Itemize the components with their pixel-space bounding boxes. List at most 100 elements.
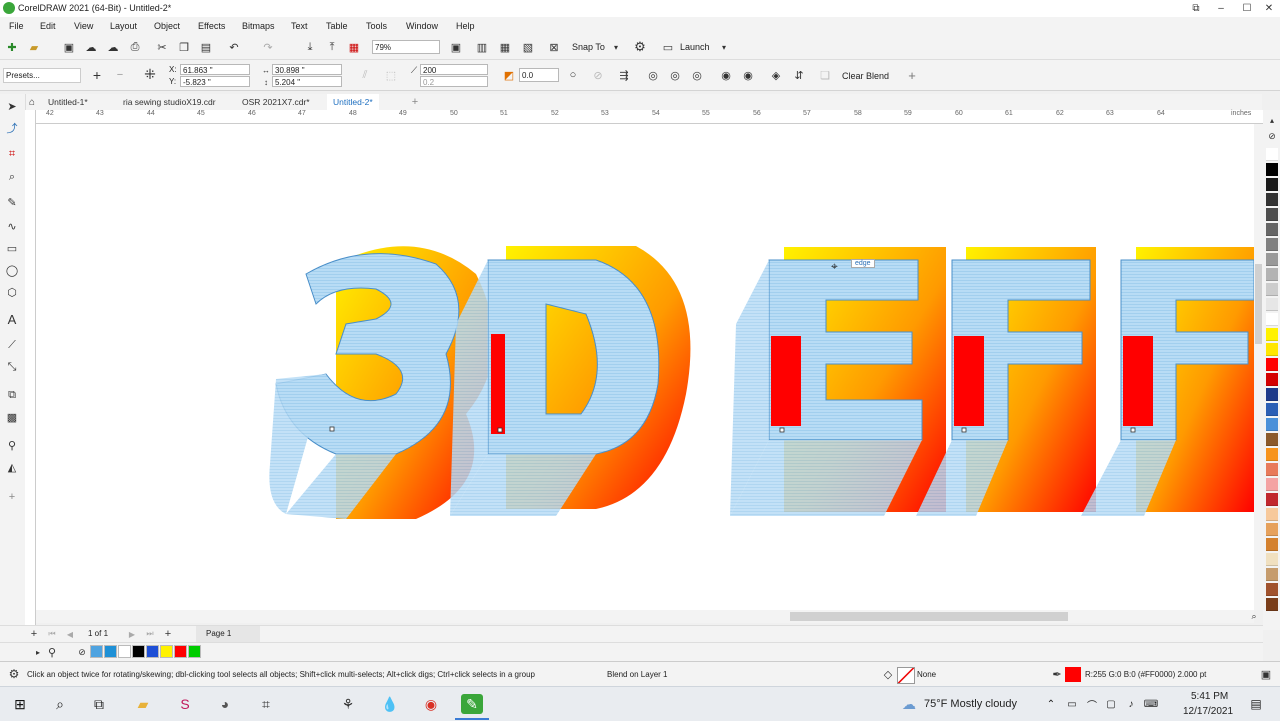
blend-spacing-field[interactable]: 0.2: [420, 76, 488, 87]
palette-swatch[interactable]: [1266, 313, 1278, 326]
new-tab-icon[interactable]: +: [407, 94, 423, 110]
transparency-tool-icon[interactable]: ▩: [4, 409, 20, 425]
document-palette-swatch[interactable]: [174, 645, 187, 658]
show-grid-icon[interactable]: ▦: [497, 39, 513, 55]
palette-swatch[interactable]: [1266, 358, 1278, 371]
show-guidelines-icon[interactable]: ▧: [520, 39, 536, 55]
windows-start-icon[interactable]: ⊞: [9, 694, 31, 714]
battery-icon[interactable]: ▭: [1061, 694, 1083, 714]
palette-swatch[interactable]: [1266, 388, 1278, 401]
tab-untitled-2[interactable]: Untitled-2*: [327, 94, 379, 110]
full-screen-preview-icon[interactable]: ▣: [448, 39, 464, 55]
object-acceleration-icon[interactable]: ◉: [718, 67, 734, 83]
paste-icon[interactable]: ▤: [198, 39, 214, 55]
add-tool-icon[interactable]: +: [4, 489, 20, 505]
cloud-icon[interactable]: ☁: [83, 39, 99, 55]
palette-swatch[interactable]: [1266, 598, 1278, 611]
palette-scroll-up-icon[interactable]: ▴: [1264, 112, 1280, 128]
menu-bitmaps[interactable]: Bitmaps: [242, 21, 275, 31]
counterclockwise-blend-icon[interactable]: ◎: [689, 67, 705, 83]
menu-layout[interactable]: Layout: [110, 21, 137, 31]
blend-steps-field[interactable]: 200: [420, 64, 488, 75]
notifications-icon[interactable]: ▤: [1245, 694, 1267, 714]
horizontal-scroll-thumb[interactable]: [790, 612, 1068, 621]
file-explorer-icon[interactable]: ▰: [132, 694, 154, 714]
y-position-field[interactable]: -5.823 ": [180, 76, 250, 87]
palette-swatch[interactable]: [1266, 208, 1278, 221]
undo-icon[interactable]: ↶: [226, 39, 242, 55]
menu-help[interactable]: Help: [456, 21, 475, 31]
crop-tool-icon[interactable]: ⌗: [4, 146, 20, 162]
last-page-icon[interactable]: ⏭: [142, 626, 158, 642]
add-page-icon[interactable]: +: [26, 626, 42, 642]
redo-icon[interactable]: ↷: [260, 39, 276, 55]
ime-icon[interactable]: ⌨: [1140, 694, 1162, 714]
new-document-icon[interactable]: ✚: [4, 39, 20, 55]
height-field[interactable]: 5.204 ": [272, 76, 342, 87]
rectangle-tool-icon[interactable]: ▭: [4, 240, 20, 256]
weather-text[interactable]: 75°F Mostly cloudy: [924, 698, 1017, 710]
clear-blend-button[interactable]: Clear Blend: [842, 71, 889, 81]
add-icon[interactable]: +: [904, 67, 920, 83]
blend-angle-field[interactable]: 0.0: [519, 68, 559, 82]
object-origin-icon[interactable]: ⁜: [142, 66, 158, 82]
open-icon[interactable]: ▰: [26, 39, 42, 55]
menu-edit[interactable]: Edit: [40, 21, 56, 31]
zoom-tool-icon[interactable]: ⌕: [4, 169, 20, 185]
shape-tool-icon[interactable]: ⤴: [4, 120, 20, 136]
add-page-after-icon[interactable]: +: [160, 626, 176, 642]
chrome-icon[interactable]: ◉: [420, 694, 442, 714]
tab-untitled-1[interactable]: Untitled-1*: [42, 94, 94, 110]
font-manager-icon[interactable]: ⚘: [337, 694, 359, 714]
no-color-swatch-icon[interactable]: ⊘: [1264, 128, 1280, 144]
acceleration-sizing-icon[interactable]: ◈: [768, 67, 784, 83]
previous-page-icon[interactable]: ◀: [62, 626, 78, 642]
clockwise-blend-icon[interactable]: ◎: [667, 67, 683, 83]
document-palette-swatch[interactable]: [146, 645, 159, 658]
palette-swatch[interactable]: [1266, 553, 1278, 566]
menu-tools[interactable]: Tools: [366, 21, 387, 31]
export-icon[interactable]: ⤒: [324, 39, 340, 55]
palette-swatch[interactable]: [1266, 238, 1278, 251]
menu-text[interactable]: Text: [291, 21, 308, 31]
corel-photo-icon[interactable]: ◕: [214, 694, 236, 714]
palette-swatch[interactable]: [1266, 538, 1278, 551]
palette-swatch[interactable]: [1266, 223, 1278, 236]
palette-swatch[interactable]: [1266, 163, 1278, 176]
menu-file[interactable]: File: [9, 21, 24, 31]
x-position-field[interactable]: 61.863 ": [180, 64, 250, 75]
palette-swatch[interactable]: [1266, 283, 1278, 296]
blend-tool-icon[interactable]: ⧉: [4, 387, 20, 403]
freehand-tool-icon[interactable]: ✎: [4, 194, 20, 210]
save-icon[interactable]: ▣: [61, 39, 77, 55]
outline-swatch[interactable]: [1065, 667, 1081, 682]
3d-effect-artwork[interactable]: [36, 124, 1254, 610]
palette-swatch[interactable]: [1266, 253, 1278, 266]
display-icon[interactable]: ▢: [1100, 694, 1122, 714]
chevron-down-icon[interactable]: ▾: [608, 39, 624, 55]
palette-swatch[interactable]: [1266, 418, 1278, 431]
palette-swatch[interactable]: [1266, 298, 1278, 311]
palette-swatch[interactable]: [1266, 193, 1278, 206]
color-acceleration-icon[interactable]: ◉: [740, 67, 756, 83]
palette-swatch[interactable]: [1266, 568, 1278, 581]
palette-swatch[interactable]: [1266, 343, 1278, 356]
copy-blend-properties-icon[interactable]: ❏: [817, 67, 833, 83]
palette-swatch[interactable]: [1266, 493, 1278, 506]
color-styles-icon[interactable]: ▣: [1258, 666, 1274, 682]
width-field[interactable]: 30.898 ": [272, 64, 342, 75]
launch-dropdown[interactable]: Launch: [680, 42, 710, 52]
direct-blend-icon[interactable]: ◎: [645, 67, 661, 83]
palette-swatch[interactable]: [1266, 148, 1278, 161]
document-palette-swatch[interactable]: [118, 645, 131, 658]
close-button[interactable]: ✕: [1258, 0, 1280, 17]
launch-icon[interactable]: ▭: [660, 39, 676, 55]
no-color-icon[interactable]: ⊘: [74, 644, 90, 660]
palette-swatch[interactable]: [1266, 463, 1278, 476]
color-drop-icon[interactable]: 💧: [379, 694, 401, 714]
chevron-down-icon[interactable]: ▾: [716, 39, 732, 55]
palette-swatch[interactable]: [1266, 433, 1278, 446]
cut-icon[interactable]: ✂: [154, 39, 170, 55]
ellipse-tool-icon[interactable]: ◯: [4, 262, 20, 278]
palette-swatch[interactable]: [1266, 583, 1278, 596]
